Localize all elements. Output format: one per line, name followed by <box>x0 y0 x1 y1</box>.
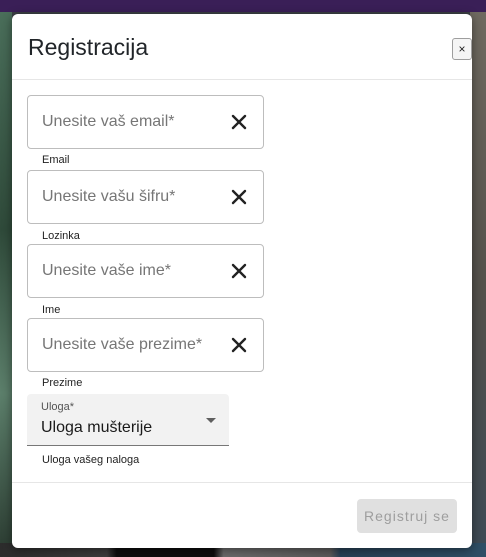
password-input[interactable] <box>28 171 223 223</box>
role-helper-text: Uloga vašeg naloga <box>42 454 140 466</box>
close-icon[interactable] <box>227 259 251 283</box>
registration-dialog: Registracija × Email Lozinka Ime Prezime… <box>12 14 472 548</box>
dialog-header: Registracija × <box>12 14 472 80</box>
role-select-label: Uloga* <box>41 401 75 413</box>
backdrop-top-bar <box>0 0 486 12</box>
password-helper-text: Lozinka <box>42 230 80 242</box>
role-select[interactable]: Uloga* Uloga mušterije <box>27 394 229 446</box>
close-icon[interactable] <box>227 110 251 134</box>
close-button[interactable]: × <box>452 38 472 60</box>
register-button[interactable]: Registruj se <box>357 499 457 533</box>
close-icon[interactable] <box>227 185 251 209</box>
close-icon[interactable] <box>227 333 251 357</box>
last-name-field <box>27 318 264 372</box>
dialog-footer: Registruj se <box>12 482 472 548</box>
password-field <box>27 170 264 224</box>
email-field <box>27 95 264 149</box>
dialog-title: Registracija <box>28 34 149 60</box>
last-name-helper-text: Prezime <box>42 377 83 389</box>
role-select-value: Uloga mušterije <box>41 419 153 436</box>
email-helper-text: Email <box>42 154 70 166</box>
backdrop-left-strip <box>0 12 12 557</box>
last-name-input[interactable] <box>28 319 223 371</box>
first-name-field <box>27 244 264 298</box>
backdrop-right-strip <box>470 12 486 557</box>
email-input[interactable] <box>28 96 223 148</box>
first-name-input[interactable] <box>28 245 223 297</box>
chevron-down-icon <box>206 418 216 423</box>
first-name-helper-text: Ime <box>42 304 61 316</box>
